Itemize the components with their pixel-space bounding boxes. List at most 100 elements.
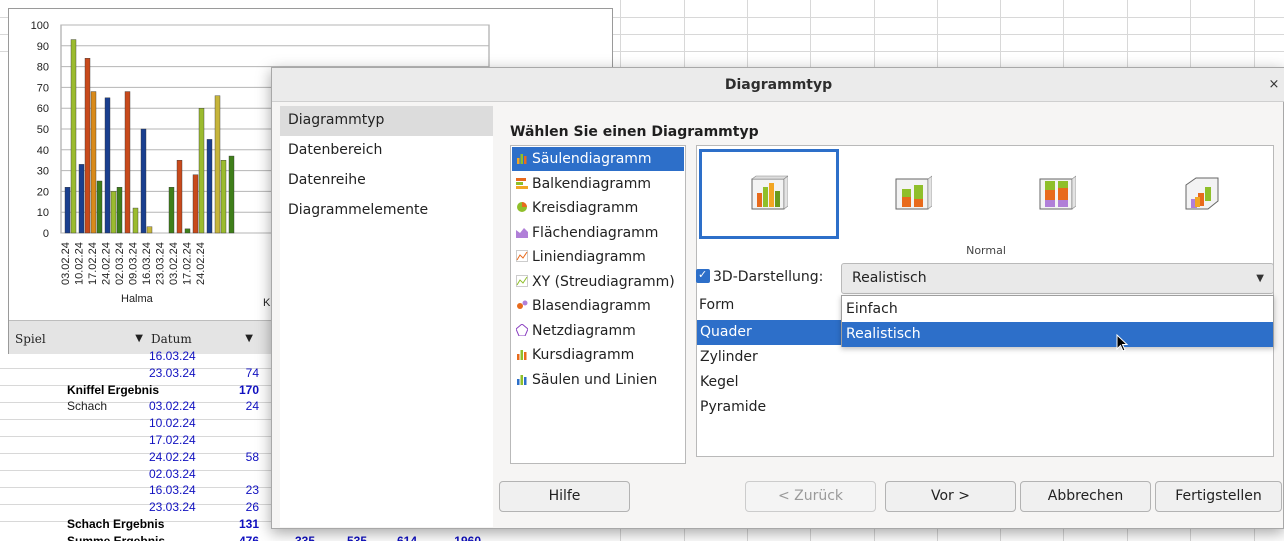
chart-bar	[168, 187, 175, 234]
shape-option-pyramide[interactable]: Pyramide	[697, 395, 1273, 420]
y-tick-label: 50	[37, 124, 49, 136]
dropdown-option-einfach[interactable]: Einfach	[842, 297, 1273, 322]
help-button[interactable]: Hilfe	[499, 481, 630, 512]
next-button[interactable]: Vor >	[885, 481, 1016, 512]
checkbox-checked-icon[interactable]	[696, 262, 710, 288]
table-cell-date[interactable]	[146, 533, 214, 541]
chart-type-item[interactable]: Säulen und Linien	[512, 368, 684, 392]
chart-type-item[interactable]: Flächendiagramm	[512, 221, 684, 245]
chart-bar	[206, 139, 213, 234]
3d-style-combobox[interactable]: Realistisch ▼	[841, 263, 1274, 294]
nav-step-datenreihe[interactable]: Datenreihe	[280, 166, 493, 196]
3d-column-stacked-icon	[895, 175, 932, 210]
3d-display-checkbox-row[interactable]: 3D-Darstellung:	[696, 262, 824, 290]
table-cell-label[interactable]	[64, 365, 146, 381]
dialog-title: Diagrammtyp	[724, 77, 833, 93]
chart-bar	[184, 228, 191, 234]
icon-part	[517, 354, 520, 360]
variant-stacked[interactable]	[843, 149, 983, 239]
back-button[interactable]: < Zurück	[745, 481, 876, 512]
close-icon[interactable]: ×	[1267, 68, 1281, 102]
variant-deep[interactable]	[1131, 149, 1271, 239]
table-cell-label[interactable]: Schach Ergebnis	[64, 516, 164, 532]
table-cell-date[interactable]	[146, 516, 214, 532]
table-cell-label[interactable]: Kniffel Ergebnis	[64, 382, 159, 398]
table-cell-label[interactable]	[64, 499, 146, 515]
table-cell-value[interactable]: 131	[214, 516, 262, 532]
3d-column-normal-icon	[751, 175, 788, 210]
table-cell-label[interactable]	[64, 415, 146, 431]
chart-type-item[interactable]: Balkendiagramm	[512, 172, 684, 196]
chart-type-item[interactable]: Liniendiagramm	[512, 245, 684, 269]
chart-type-label: Liniendiagramm	[532, 249, 646, 265]
nav-step-datenbereich[interactable]: Datenbereich	[280, 136, 493, 166]
chart-type-item[interactable]: XY (Streudiagramm)	[512, 270, 684, 294]
table-cell-label[interactable]	[64, 348, 146, 364]
table-cell-date[interactable]: 02.03.24	[146, 466, 214, 482]
y-tick-label: 40	[37, 145, 49, 157]
table-cell-label[interactable]	[64, 432, 146, 448]
chart-type-dialog: Diagrammtyp × Diagrammtyp Datenbereich D…	[271, 67, 1284, 529]
table-cell-label[interactable]: Summe Ergebnis	[64, 533, 165, 541]
chart-bar	[104, 97, 111, 234]
table-cell-value[interactable]	[214, 348, 262, 364]
table-cell-date[interactable]: 03.02.24	[146, 398, 214, 414]
variant-percent-stacked[interactable]	[987, 149, 1127, 239]
chart-bar	[70, 39, 77, 234]
3d-display-label: 3D-Darstellung:	[713, 269, 824, 285]
table-cell-label[interactable]	[64, 466, 146, 482]
dialog-titlebar[interactable]: Diagrammtyp ×	[272, 68, 1284, 102]
cancel-button[interactable]: Abbrechen	[1020, 481, 1151, 512]
table-cell-date[interactable]: 16.03.24	[146, 482, 214, 498]
chart-type-item[interactable]: Blasendiagramm	[512, 294, 684, 318]
chart-type-item[interactable]: Kursdiagramm	[512, 343, 684, 367]
table-cell-value[interactable]: 170	[214, 382, 262, 398]
table-cell-value[interactable]	[214, 466, 262, 482]
finish-button[interactable]: Fertigstellen	[1155, 481, 1282, 512]
shape-option-kegel[interactable]: Kegel	[697, 370, 1273, 395]
chart-type-item[interactable]: Netzdiagramm	[512, 319, 684, 343]
table-cell-value[interactable]	[214, 432, 262, 448]
table-cell-date[interactable]: 16.03.24	[146, 348, 214, 364]
table-cell-date[interactable]	[146, 382, 214, 398]
table-cell-value[interactable]: 335	[270, 533, 318, 541]
chart-type-item[interactable]: Säulendiagramm	[512, 147, 684, 171]
table-cell-value[interactable]: 1960	[436, 533, 484, 541]
y-tick-label: 80	[37, 62, 49, 74]
table-cell-date[interactable]: 23.03.24	[146, 365, 214, 381]
table-cell-date[interactable]: 10.02.24	[146, 415, 214, 431]
table-cell-label[interactable]	[64, 449, 146, 465]
table-cell-label[interactable]: Schach	[64, 398, 146, 414]
nav-step-diagrammtyp[interactable]: Diagrammtyp	[280, 106, 493, 136]
chart-bar	[110, 191, 117, 234]
table-cell-value[interactable]: 476	[214, 533, 262, 541]
table-cell-label[interactable]	[64, 482, 146, 498]
x-tick-label: 24.02.24	[101, 242, 113, 285]
icon-part	[524, 352, 527, 360]
pivot-field-spiel[interactable]: Spiel ▼	[15, 329, 143, 349]
table-cell-value[interactable]: 24	[214, 398, 262, 414]
icon-part	[517, 158, 520, 164]
table-cell-value[interactable]: 74	[214, 365, 262, 381]
shape-option-zylinder[interactable]: Zylinder	[697, 345, 1273, 370]
nav-step-diagrammelemente[interactable]: Diagrammelemente	[280, 196, 493, 226]
table-cell-value[interactable]: 614	[372, 533, 420, 541]
table-cell-value[interactable]: 26	[214, 499, 262, 515]
table-cell-value[interactable]: 535	[322, 533, 370, 541]
variant-name-label: Normal	[966, 244, 1006, 257]
pivot-field-datum[interactable]: Datum ▼	[151, 329, 253, 349]
table-cell-value[interactable]	[214, 415, 262, 431]
y-tick-label: 0	[43, 228, 49, 240]
table-cell-date[interactable]: 24.02.24	[146, 449, 214, 465]
wizard-steps-nav: Diagrammtyp Datenbereich Datenreihe Diag…	[280, 106, 493, 527]
table-cell-date[interactable]: 17.02.24	[146, 432, 214, 448]
icon-part	[517, 303, 523, 309]
table-cell-date[interactable]: 23.03.24	[146, 499, 214, 515]
y-tick-label: 70	[37, 82, 49, 94]
chart-type-item[interactable]: Kreisdiagramm	[512, 196, 684, 220]
variant-normal[interactable]	[699, 149, 839, 239]
table-cell-value[interactable]: 58	[214, 449, 262, 465]
table-cell-value[interactable]: 23	[214, 482, 262, 498]
x-tick-label: 03.02.24	[60, 242, 72, 285]
dropdown-option-realistisch[interactable]: Realistisch	[842, 322, 1273, 347]
